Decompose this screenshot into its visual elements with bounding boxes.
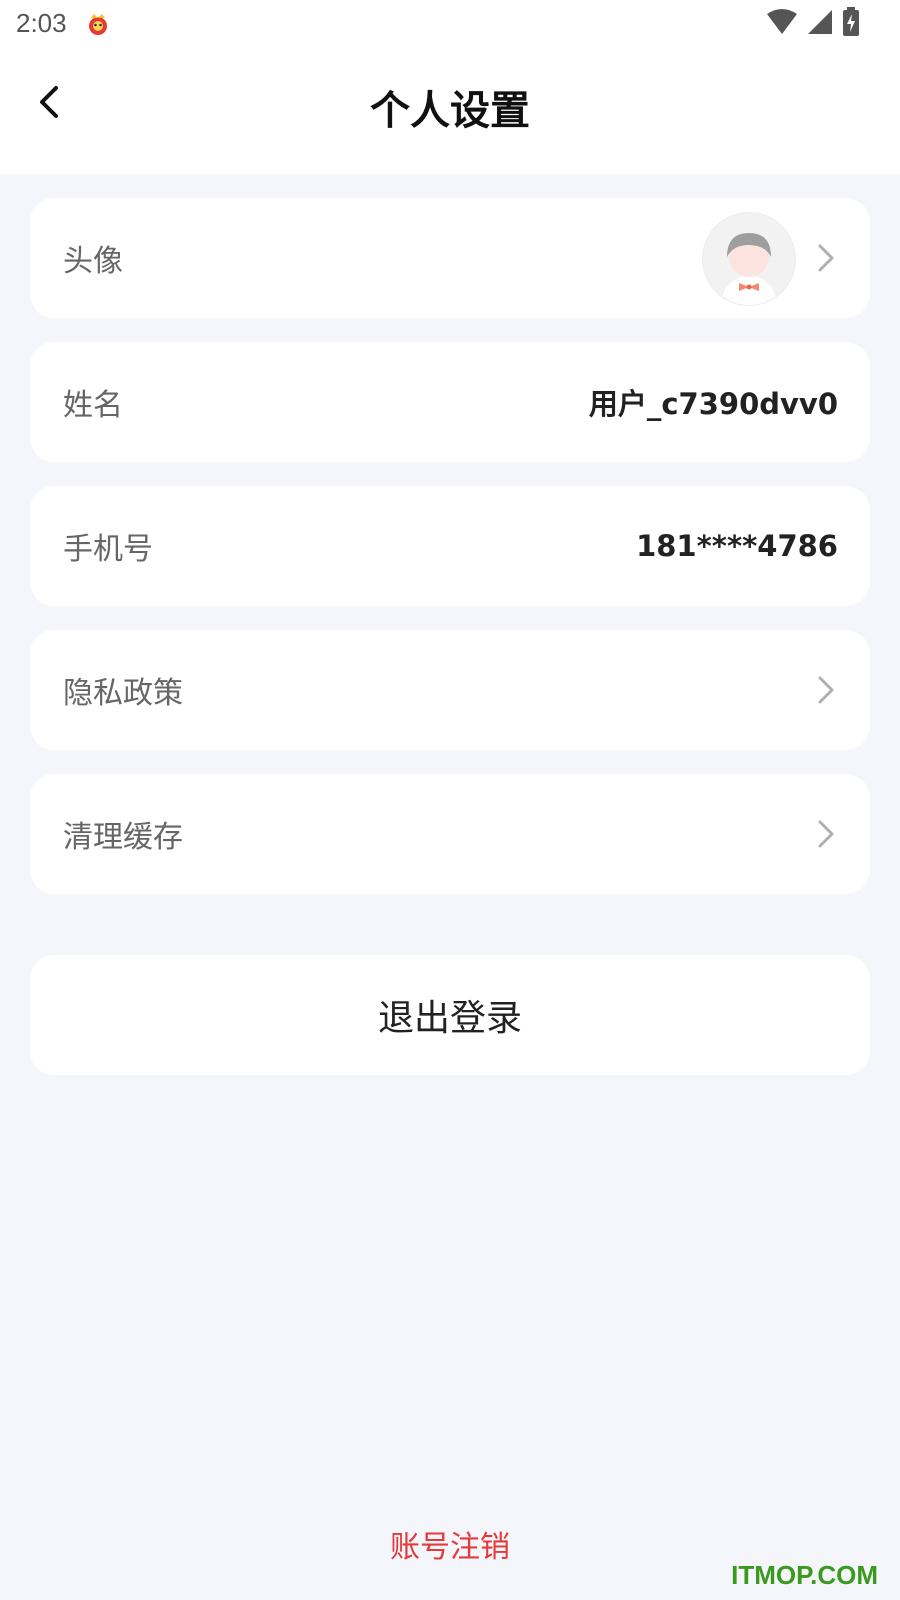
phone-value: 181****4786 <box>636 529 838 563</box>
phone-row: 手机号 181****4786 <box>30 486 870 606</box>
battery-charging-icon <box>842 7 860 41</box>
privacy-policy-label: 隐私政策 <box>63 676 183 711</box>
chevron-right-icon <box>814 242 838 274</box>
name-value: 用户_c7390dvv0 <box>588 387 838 421</box>
clear-cache-row[interactable]: 清理缓存 <box>30 774 870 894</box>
status-icons <box>766 7 860 41</box>
avatar-row[interactable]: 头像 <box>30 198 870 318</box>
signal-icon <box>806 8 834 40</box>
name-row: 姓名 用户_c7390dvv0 <box>30 342 870 462</box>
watermark-text: ITMOP.COM <box>731 1560 878 1590</box>
chevron-right-icon <box>814 818 838 850</box>
avatar-label: 头像 <box>63 244 123 279</box>
logout-button[interactable]: 退出登录 <box>30 955 870 1075</box>
status-time: 2:03 <box>16 8 67 38</box>
chevron-right-icon <box>814 674 838 706</box>
mascot-icon <box>84 10 112 38</box>
phone-label: 手机号 <box>63 532 153 567</box>
page-title: 个人设置 <box>370 88 530 134</box>
header: 个人设置 <box>0 50 900 174</box>
status-bar: 2:03 <box>0 0 900 50</box>
logout-label: 退出登录 <box>377 998 522 1039</box>
privacy-policy-row[interactable]: 隐私政策 <box>30 630 870 750</box>
name-label: 姓名 <box>63 388 123 423</box>
clear-cache-label: 清理缓存 <box>63 820 183 855</box>
avatar[interactable] <box>702 212 796 306</box>
wifi-icon <box>766 8 798 40</box>
